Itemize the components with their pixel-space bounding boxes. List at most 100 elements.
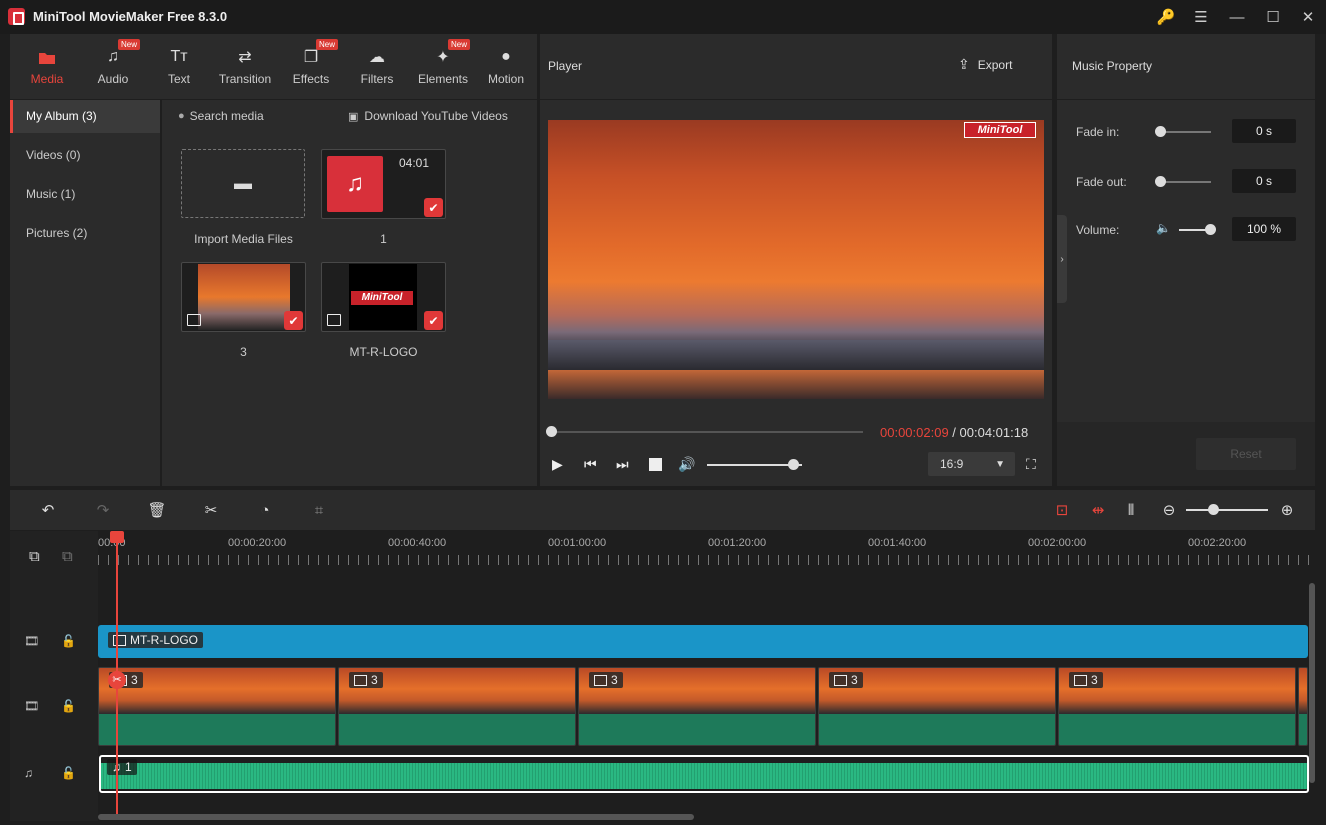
split-icon[interactable]: ✂: [196, 490, 226, 530]
delete-icon[interactable]: 🗑: [142, 490, 172, 530]
reset-button[interactable]: Reset: [1196, 438, 1296, 470]
music-track-icon: ♫: [24, 766, 33, 780]
media-library: ● Search media ▣ Download YouTube Videos…: [162, 100, 537, 486]
video-clip[interactable]: 3: [1058, 667, 1296, 746]
previous-frame-icon[interactable]: ⏮: [584, 456, 597, 473]
video-clip[interactable]: [1298, 667, 1308, 746]
volume-slider-knob[interactable]: [1205, 224, 1216, 235]
media-icon: [38, 47, 56, 67]
zoom-slider[interactable]: [1186, 509, 1268, 511]
undo-icon[interactable]: ↶: [33, 490, 63, 530]
media-caption: 1: [380, 232, 387, 246]
fade-in-slider[interactable]: [1161, 131, 1211, 133]
media-item-picture-3[interactable]: ✔: [181, 262, 306, 332]
export-button[interactable]: ⇪ Export: [958, 56, 1012, 73]
progress-track[interactable]: [548, 431, 863, 433]
split-marker-icon[interactable]: ⇹: [1083, 490, 1113, 530]
fade-in-knob[interactable]: [1155, 126, 1166, 137]
image-icon: [113, 634, 126, 646]
media-item-music[interactable]: ♫ 04:01 ✔: [321, 149, 446, 219]
snap-icon[interactable]: ⦀: [1116, 490, 1146, 530]
audio-clip[interactable]: ♫ 1: [99, 755, 1309, 793]
aspect-ratio-select[interactable]: 16:9 ▼: [928, 452, 1015, 476]
zoom-in-icon[interactable]: ⊕: [1272, 490, 1302, 530]
tab-text[interactable]: Tт Text: [146, 34, 212, 99]
video-clip-label: 3: [131, 673, 138, 687]
sidebar-item-pictures[interactable]: Pictures (2): [10, 217, 160, 250]
add-track-icon[interactable]: ⧉: [29, 548, 40, 565]
timeline-toolbar: ↶ ↷ 🗑 ✂ ◔ ⌗ ⊡ ⇹ ⦀ ⊖ ⊕: [10, 490, 1315, 530]
maximize-button[interactable]: ☐: [1262, 6, 1284, 28]
fade-in-value[interactable]: 0 s: [1232, 119, 1296, 143]
search-media[interactable]: ● Search media: [178, 109, 264, 123]
tab-motion[interactable]: ● Motion: [476, 34, 536, 99]
lock-icon[interactable]: 🔓: [61, 699, 76, 713]
sidebar-item-my-album[interactable]: My Album (3): [10, 100, 160, 133]
zoom-out-icon[interactable]: ⊖: [1154, 490, 1184, 530]
fade-out-knob[interactable]: [1155, 176, 1166, 187]
tab-elements[interactable]: New ✦ Elements: [410, 34, 476, 99]
audio-clip-label: 1: [125, 760, 132, 774]
filters-icon: ☁: [369, 49, 385, 66]
timeline-ruler[interactable]: 00:00 00:00:20:00 00:00:40:00 00:01:00:0…: [98, 531, 1315, 571]
fit-timeline-icon[interactable]: ⊡: [1047, 490, 1077, 530]
minimize-button[interactable]: —: [1226, 6, 1248, 28]
scissors-icon[interactable]: ✂: [108, 671, 126, 689]
media-item-logo[interactable]: MiniTool ✔: [321, 262, 446, 332]
aspect-value: 16:9: [940, 457, 964, 471]
video-clip[interactable]: 3: [98, 667, 336, 746]
next-frame-icon[interactable]: ⏭: [616, 456, 629, 473]
clip-label: MT-R-LOGO: [108, 632, 203, 648]
tab-transition[interactable]: ⇄ Transition: [212, 34, 278, 99]
lock-icon[interactable]: 🔓: [61, 634, 76, 648]
ruler-label: 00:01:00:00: [548, 537, 607, 549]
tab-filters[interactable]: ☁ Filters: [344, 34, 410, 99]
redo-icon[interactable]: ↷: [88, 490, 118, 530]
zoom-knob[interactable]: [1208, 504, 1219, 515]
tab-effects[interactable]: New ❐ Effects: [278, 34, 344, 99]
video-track-icon: 🎞: [24, 699, 40, 713]
progress-knob[interactable]: [546, 426, 558, 437]
property-title: Music Property: [1072, 59, 1153, 73]
search-icon: ●: [178, 110, 185, 122]
motion-icon: ●: [501, 48, 511, 65]
video-clip[interactable]: 3: [338, 667, 576, 746]
menu-icon[interactable]: ☰: [1190, 6, 1212, 28]
playhead-handle[interactable]: [110, 531, 124, 543]
fade-out-slider[interactable]: [1161, 181, 1211, 183]
tab-audio[interactable]: New ♫ Audio: [80, 34, 146, 99]
fullscreen-icon[interactable]: ⛶: [1026, 456, 1036, 473]
download-youtube-button[interactable]: ▣ Download YouTube Videos: [348, 109, 508, 123]
music-note-icon: ♫: [327, 156, 383, 212]
lock-icon[interactable]: 🔓: [61, 766, 76, 780]
video-clip-label: 3: [1091, 673, 1098, 687]
sidebar-item-videos[interactable]: Videos (0): [10, 139, 160, 172]
player-panel: MiniTool 00:00:02:09 / 00:04:01:18 ▶ ⏮ ⏭…: [540, 100, 1052, 486]
video-clip[interactable]: 3: [818, 667, 1056, 746]
horizontal-scrollbar[interactable]: [98, 814, 694, 820]
volume-knob[interactable]: [787, 459, 799, 470]
stop-icon[interactable]: [649, 458, 662, 471]
video-clip[interactable]: 3: [578, 667, 816, 746]
fade-out-value[interactable]: 0 s: [1232, 169, 1296, 193]
play-icon[interactable]: ▶: [552, 456, 563, 473]
volume-icon[interactable]: 🔊: [678, 456, 695, 473]
tab-audio-label: Audio: [97, 72, 129, 86]
import-media-button[interactable]: ▬: [181, 149, 305, 218]
remove-track-icon[interactable]: ⧉: [62, 548, 73, 565]
tab-media[interactable]: Media: [14, 34, 80, 99]
chevron-down-icon: ▼: [995, 458, 1005, 470]
collapse-handle[interactable]: ›: [1057, 215, 1067, 303]
speed-icon[interactable]: ◔: [250, 490, 280, 530]
vertical-scrollbar[interactable]: [1309, 583, 1315, 783]
logo-clip[interactable]: MT-R-LOGO: [98, 625, 1308, 658]
crop-icon[interactable]: ⌗: [304, 490, 334, 530]
property-header: Music Property: [1057, 34, 1315, 99]
volume-value[interactable]: 100 %: [1232, 217, 1296, 241]
tab-filters-label: Filters: [360, 72, 394, 86]
key-icon[interactable]: 🔑: [1155, 6, 1177, 28]
video-preview[interactable]: MiniTool: [548, 120, 1044, 399]
transition-icon: ⇄: [238, 49, 252, 66]
close-button[interactable]: ✕: [1297, 6, 1319, 28]
sidebar-item-music[interactable]: Music (1): [10, 178, 160, 211]
